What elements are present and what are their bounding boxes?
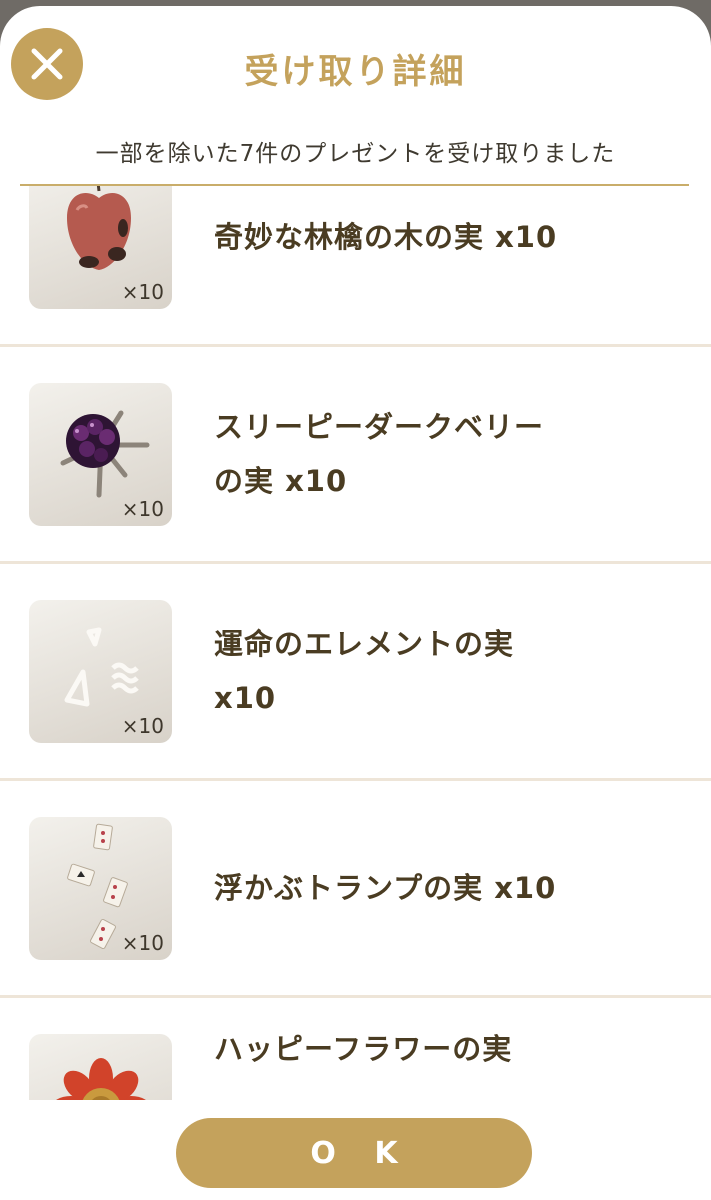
receive-details-dialog: 受け取り詳細 一部を除いた7件のプレゼントを受け取りました ×10 奇妙な林檎の…: [0, 6, 711, 1200]
dialog-subtitle: 一部を除いた7件のプレゼントを受け取りました: [95, 141, 616, 167]
item-name: 浮かぶトランプの実 x10: [214, 871, 557, 905]
list-item: ハッピーフラワーの実: [0, 998, 711, 1106]
flower-icon: [51, 1058, 151, 1106]
item-thumbnail: ×10: [29, 186, 172, 309]
item-thumbnail: ×10: [29, 383, 172, 526]
item-quantity: ×10: [121, 714, 164, 738]
item-quantity: ×10: [121, 931, 164, 955]
item-name: 奇妙な林檎の木の実 x10: [214, 220, 558, 254]
dialog-footer: O K: [0, 1100, 711, 1200]
item-thumbnail: [29, 1034, 172, 1106]
item-thumbnail: ×10: [29, 817, 172, 960]
item-quantity: ×10: [121, 497, 164, 521]
ok-button[interactable]: O K: [176, 1118, 532, 1188]
item-quantity: ×10: [121, 280, 164, 304]
list-item: ×10 運命のエレメントの実 x10: [0, 564, 711, 781]
item-name: 運命のエレメントの実 x10: [214, 627, 515, 715]
item-name: ハッピーフラワーの実: [214, 1032, 513, 1066]
list-item: ×10 スリーピーダークベリー の実 x10: [0, 347, 711, 564]
item-list[interactable]: ×10 奇妙な林檎の木の実 x10 ×10 スリーピーダークベリー の実 x10…: [0, 186, 711, 1106]
list-item: ×10 浮かぶトランプの実 x10: [0, 781, 711, 998]
dialog-title: 受け取り詳細: [244, 52, 467, 92]
item-thumbnail: ×10: [29, 600, 172, 743]
list-item: ×10 奇妙な林檎の木の実 x10: [0, 186, 711, 347]
item-name: スリーピーダークベリー の実 x10: [214, 410, 545, 498]
